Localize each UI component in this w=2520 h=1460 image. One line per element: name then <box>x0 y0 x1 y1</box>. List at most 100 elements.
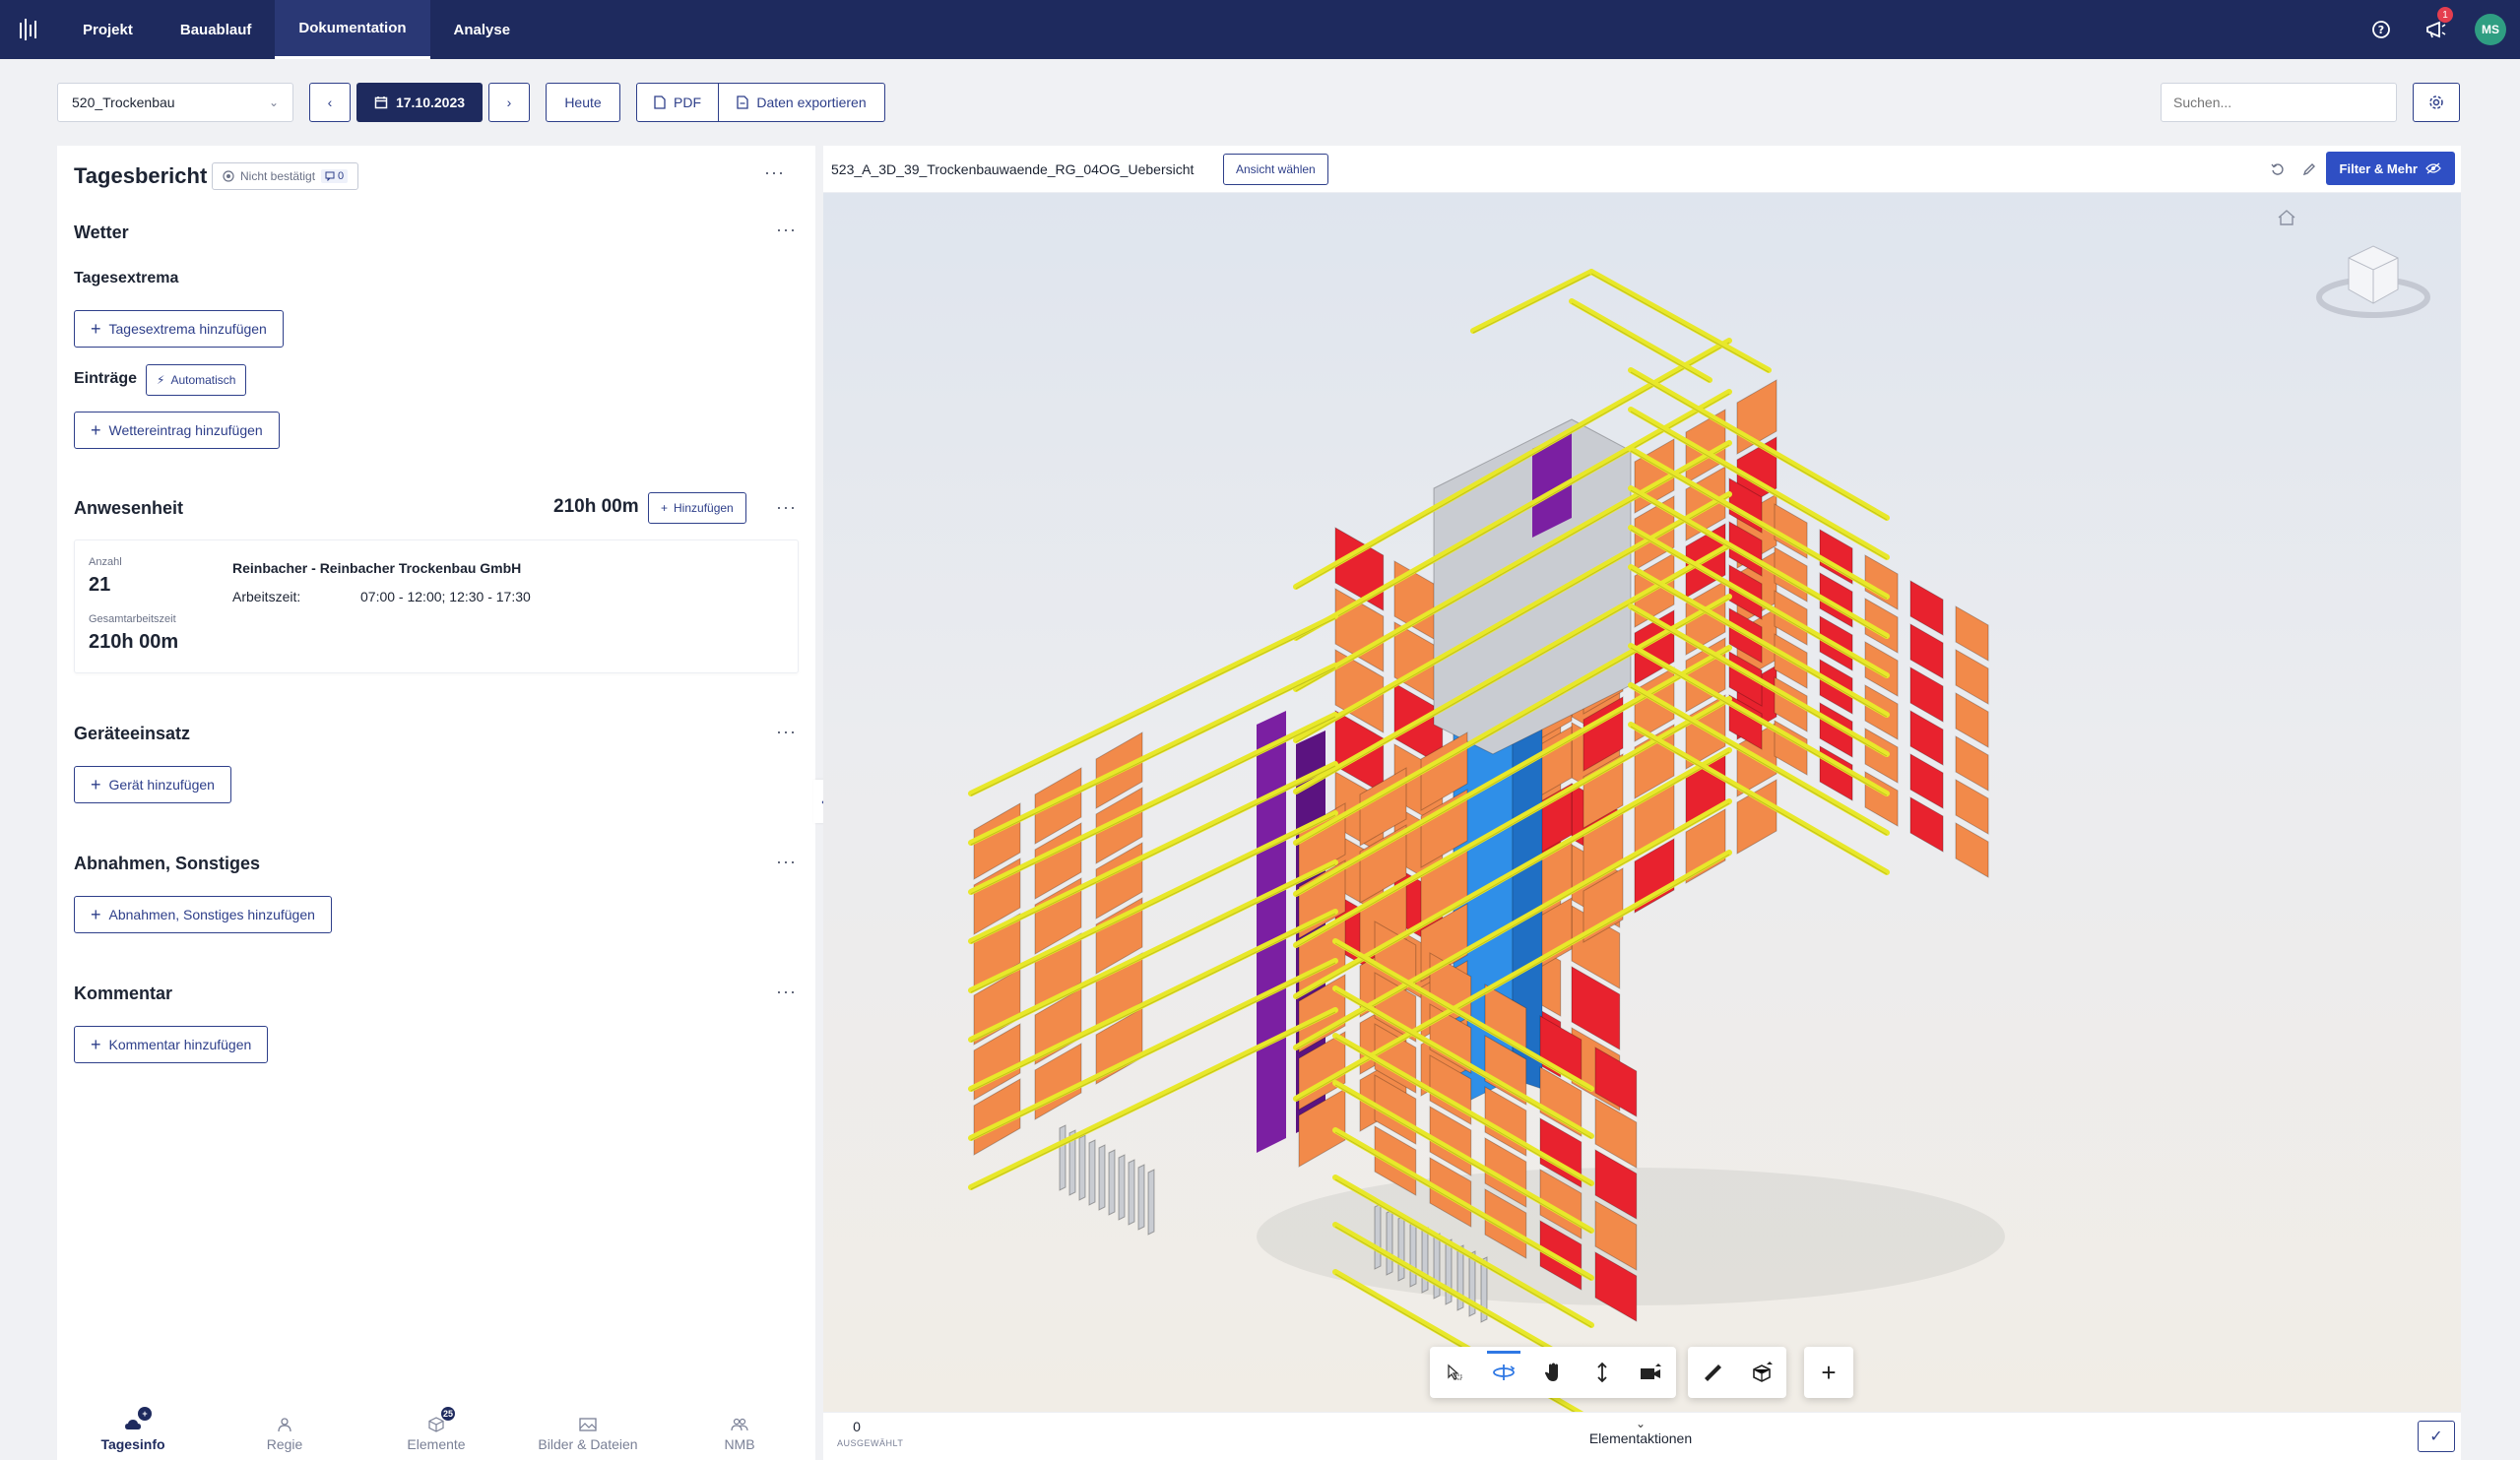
export-data-button[interactable]: Daten exportieren <box>718 83 885 122</box>
equipment-more-menu[interactable]: ··· <box>776 723 797 740</box>
eye-slash-icon <box>2425 162 2441 174</box>
ruler-icon <box>1705 1365 1721 1381</box>
nav-bauablauf[interactable]: Bauablauf <box>157 0 276 59</box>
bottom-tab-bar: + Tagesinfo Regie 25 Elemente Bilder & D… <box>57 1407 815 1460</box>
building-model-render[interactable] <box>823 193 2461 1412</box>
home-view-icon[interactable] <box>2277 209 2296 231</box>
orbit-icon <box>1493 1365 1516 1380</box>
help-icon[interactable]: ? <box>2364 13 2398 46</box>
filter-more-button[interactable]: Filter & Mehr <box>2325 152 2455 185</box>
report-status-label: Nicht bestätigt <box>240 169 316 183</box>
measure-tool[interactable] <box>1688 1347 1737 1398</box>
current-date: 17.10.2023 <box>395 95 466 110</box>
reset-icon[interactable] <box>2268 159 2288 179</box>
partition <box>1098 1144 1106 1211</box>
trade-select[interactable]: 520_Trockenbau ⌄ <box>57 83 293 122</box>
select-box-tool[interactable] <box>1430 1347 1479 1398</box>
report-more-menu[interactable]: ··· <box>764 163 785 181</box>
beam-shade <box>1571 302 1711 383</box>
add-markup-button[interactable]: + <box>1804 1347 1853 1398</box>
file-pdf-icon <box>654 95 666 109</box>
tab-tagesinfo[interactable]: + Tagesinfo <box>57 1407 209 1460</box>
add-attendance-label: Hinzufügen <box>674 501 734 515</box>
3d-model-canvas[interactable] <box>823 193 2461 1412</box>
plus-icon: + <box>91 905 101 924</box>
previous-day-button[interactable]: ‹ <box>309 83 351 122</box>
calendar-icon <box>374 96 388 109</box>
next-day-button[interactable]: › <box>488 83 530 122</box>
automatic-label: Automatisch <box>170 373 236 387</box>
chevron-right-icon: › <box>506 95 512 110</box>
gear-icon <box>2429 95 2443 109</box>
count-value: 21 <box>89 574 111 596</box>
confirm-button[interactable]: ✓ <box>2418 1421 2455 1452</box>
add-equipment-button[interactable]: + Gerät hinzufügen <box>74 766 231 803</box>
orbit-tool[interactable] <box>1479 1347 1528 1398</box>
add-acceptance-label: Abnahmen, Sonstiges hinzufügen <box>108 907 315 922</box>
section-tool[interactable] <box>1737 1347 1786 1398</box>
zoom-tool[interactable] <box>1578 1347 1627 1398</box>
camera-tool[interactable] <box>1627 1347 1676 1398</box>
add-comment-button[interactable]: + Kommentar hinzufügen <box>74 1026 269 1063</box>
total-time-value: 210h 00m <box>89 631 179 653</box>
weather-section-title: Wetter <box>74 222 129 242</box>
nav-dokumentation[interactable]: Dokumentation <box>275 0 430 59</box>
add-acceptance-button[interactable]: + Abnahmen, Sonstiges hinzufügen <box>74 896 332 933</box>
tab-bilder-dateien[interactable]: Bilder & Dateien <box>512 1408 664 1460</box>
megaphone-icon <box>2426 21 2446 38</box>
plus-icon: + <box>91 319 101 339</box>
nav-projekt[interactable]: Projekt <box>59 0 157 59</box>
company-name: Reinbacher - Reinbacher Trockenbau GmbH <box>232 560 522 576</box>
attendance-section-title: Anwesenheit <box>74 498 184 518</box>
check-icon: ✓ <box>2429 1428 2443 1445</box>
automatic-toggle[interactable]: ⚡︎ Automatisch <box>146 364 247 396</box>
tab-regie[interactable]: Regie <box>209 1408 360 1460</box>
equipment-section-title: Geräteeinsatz <box>74 724 191 743</box>
add-attendance-button[interactable]: + Hinzufügen <box>648 492 746 524</box>
beam <box>1588 269 1772 373</box>
announcements-button[interactable]: 1 <box>2420 7 2453 46</box>
pan-tool[interactable] <box>1528 1347 1578 1398</box>
file-export-icon <box>737 95 748 109</box>
partition <box>1374 1203 1382 1270</box>
partition <box>1397 1215 1405 1282</box>
partition <box>1421 1227 1429 1294</box>
pen-icon[interactable] <box>2299 159 2319 179</box>
tab-nmb[interactable]: NMB <box>664 1408 815 1460</box>
selected-count: 0 <box>853 1419 861 1434</box>
comment-section-title: Kommentar <box>74 984 173 1003</box>
settings-button[interactable] <box>2413 83 2460 122</box>
acceptance-section-title: Abnahmen, Sonstiges <box>74 854 261 873</box>
acceptance-more-menu[interactable]: ··· <box>776 853 797 870</box>
search-input[interactable] <box>2161 83 2397 122</box>
person-icon <box>275 1415 294 1434</box>
partition <box>1386 1209 1393 1276</box>
add-weather-entry-button[interactable]: + Wettereintrag hinzufügen <box>74 412 280 449</box>
work-time-value: 07:00 - 12:00; 12:30 - 17:30 <box>360 589 531 604</box>
element-actions-label: Elementaktionen <box>1588 1430 1693 1446</box>
extrema-title: Tagesextrema <box>74 270 179 286</box>
view-cube[interactable] <box>2314 228 2432 342</box>
comment-more-menu[interactable]: ··· <box>776 983 797 1000</box>
add-equipment-label: Gerät hinzufügen <box>108 777 215 793</box>
choose-view-button[interactable]: Ansicht wählen <box>1223 154 1328 185</box>
date-picker-button[interactable]: 17.10.2023 <box>356 83 483 122</box>
chevron-down-icon: ⌄ <box>1635 1417 1647 1430</box>
pdf-label: PDF <box>674 95 701 110</box>
beam-shade <box>1590 273 1770 373</box>
plus-icon: + <box>91 775 101 794</box>
weather-more-menu[interactable]: ··· <box>776 221 797 238</box>
report-status-badge[interactable]: Nicht bestätigt 0 <box>212 162 359 190</box>
today-button[interactable]: Heute <box>546 83 620 122</box>
element-actions-toggle[interactable]: ⌄ Elementaktionen <box>1572 1417 1710 1446</box>
attendance-more-menu[interactable]: ··· <box>776 498 797 516</box>
user-avatar[interactable]: MS <box>2475 14 2506 45</box>
attendance-card[interactable]: Anzahl 21 Gesamtarbeitszeit 210h 00m Rei… <box>74 540 799 673</box>
nav-analyse[interactable]: Analyse <box>430 0 535 59</box>
tab-elemente[interactable]: 25 Elemente <box>360 1407 512 1460</box>
pdf-button[interactable]: PDF <box>636 83 719 122</box>
plus-icon: + <box>91 1035 101 1054</box>
app-logo[interactable] <box>0 0 59 59</box>
count-label: Anzahl <box>89 556 122 568</box>
add-extrema-button[interactable]: + Tagesextrema hinzufügen <box>74 310 284 348</box>
